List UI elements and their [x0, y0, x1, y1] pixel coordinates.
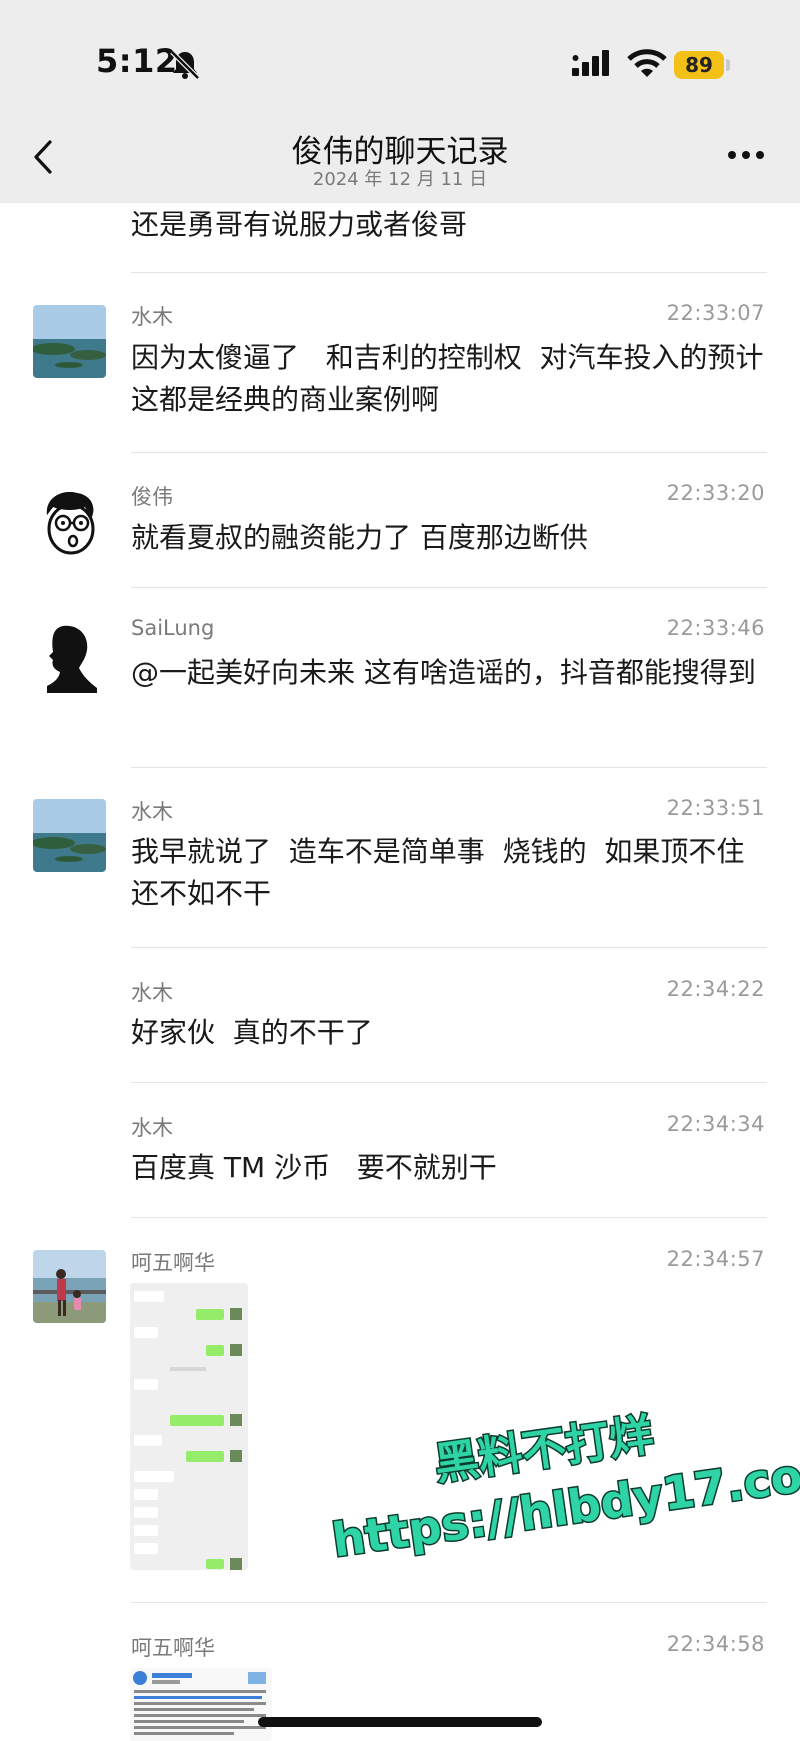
sender-name: 水木 [131, 305, 173, 329]
divider [131, 1082, 767, 1083]
message-text: 好家伙 真的不干了 [131, 1016, 373, 1049]
avatar-shuimu[interactable] [33, 305, 106, 378]
home-indicator[interactable] [258, 1717, 542, 1727]
sender-name: 水木 [131, 800, 173, 824]
cellular-signal-icon [572, 50, 609, 76]
avatar-junwei[interactable] [33, 485, 106, 558]
divider [131, 947, 767, 948]
divider [131, 767, 767, 768]
message-timestamp: 22:33:07 [666, 301, 765, 325]
chat-screenshot-image[interactable] [130, 1283, 248, 1570]
watermark-line1: 黑料不打烊 [432, 1409, 657, 1490]
status-time: 5:12 [96, 42, 178, 80]
message-text: 就看夏叔的融资能力了 百度那边断供 [131, 521, 588, 554]
message-text: 因为太傻逼了 和吉利的控制权 对汽车投入的预计 这都是经典的商业案例啊 [131, 341, 782, 416]
divider [131, 1602, 767, 1603]
avatar-hewuahua[interactable] [33, 1250, 106, 1323]
article-screenshot-image[interactable] [130, 1668, 272, 1741]
sender-name: 呵五啊华 [131, 1636, 215, 1660]
message-timestamp: 22:34:34 [666, 1112, 765, 1136]
chat-history-date: 2024 年 12 月 11 日 [312, 169, 488, 190]
message-timestamp: 22:33:46 [666, 616, 765, 640]
sender-name: 俊伟 [131, 485, 173, 509]
message-timestamp: 22:34:58 [666, 1632, 765, 1656]
sender-name: 呵五啊华 [131, 1251, 215, 1275]
divider [131, 1217, 767, 1218]
sender-name: SaiLung [131, 616, 215, 640]
message-text: 还是勇哥有说服力或者俊哥 [131, 208, 468, 241]
divider [131, 587, 767, 588]
avatar-shuimu[interactable] [33, 799, 106, 872]
message-timestamp: 22:34:22 [666, 977, 765, 1001]
divider [131, 452, 767, 453]
watermark-line2: https://hlbdy17.com [329, 1441, 800, 1567]
message-timestamp: 22:33:51 [666, 796, 765, 820]
message-text: 我早就说了 造车不是简单事 烧钱的 如果顶不住还不如不干 [131, 835, 745, 910]
message-text: 百度真 TM 沙币 要不就别干 [131, 1151, 497, 1184]
wifi-icon [627, 49, 667, 77]
divider [131, 272, 767, 273]
message-text: @一起美好向未来 这有啥造谣的，抖音都能搜得到 [131, 656, 756, 689]
sender-name: 水木 [131, 981, 173, 1005]
battery-indicator: 89 [674, 51, 724, 79]
more-options-icon[interactable] [726, 148, 766, 162]
avatar-sailung[interactable] [33, 620, 106, 693]
message-timestamp: 22:33:20 [666, 481, 765, 505]
bell-muted-icon [170, 50, 200, 80]
message-timestamp: 22:34:57 [666, 1247, 765, 1271]
sender-name: 水木 [131, 1116, 173, 1140]
battery-cap [726, 59, 730, 71]
